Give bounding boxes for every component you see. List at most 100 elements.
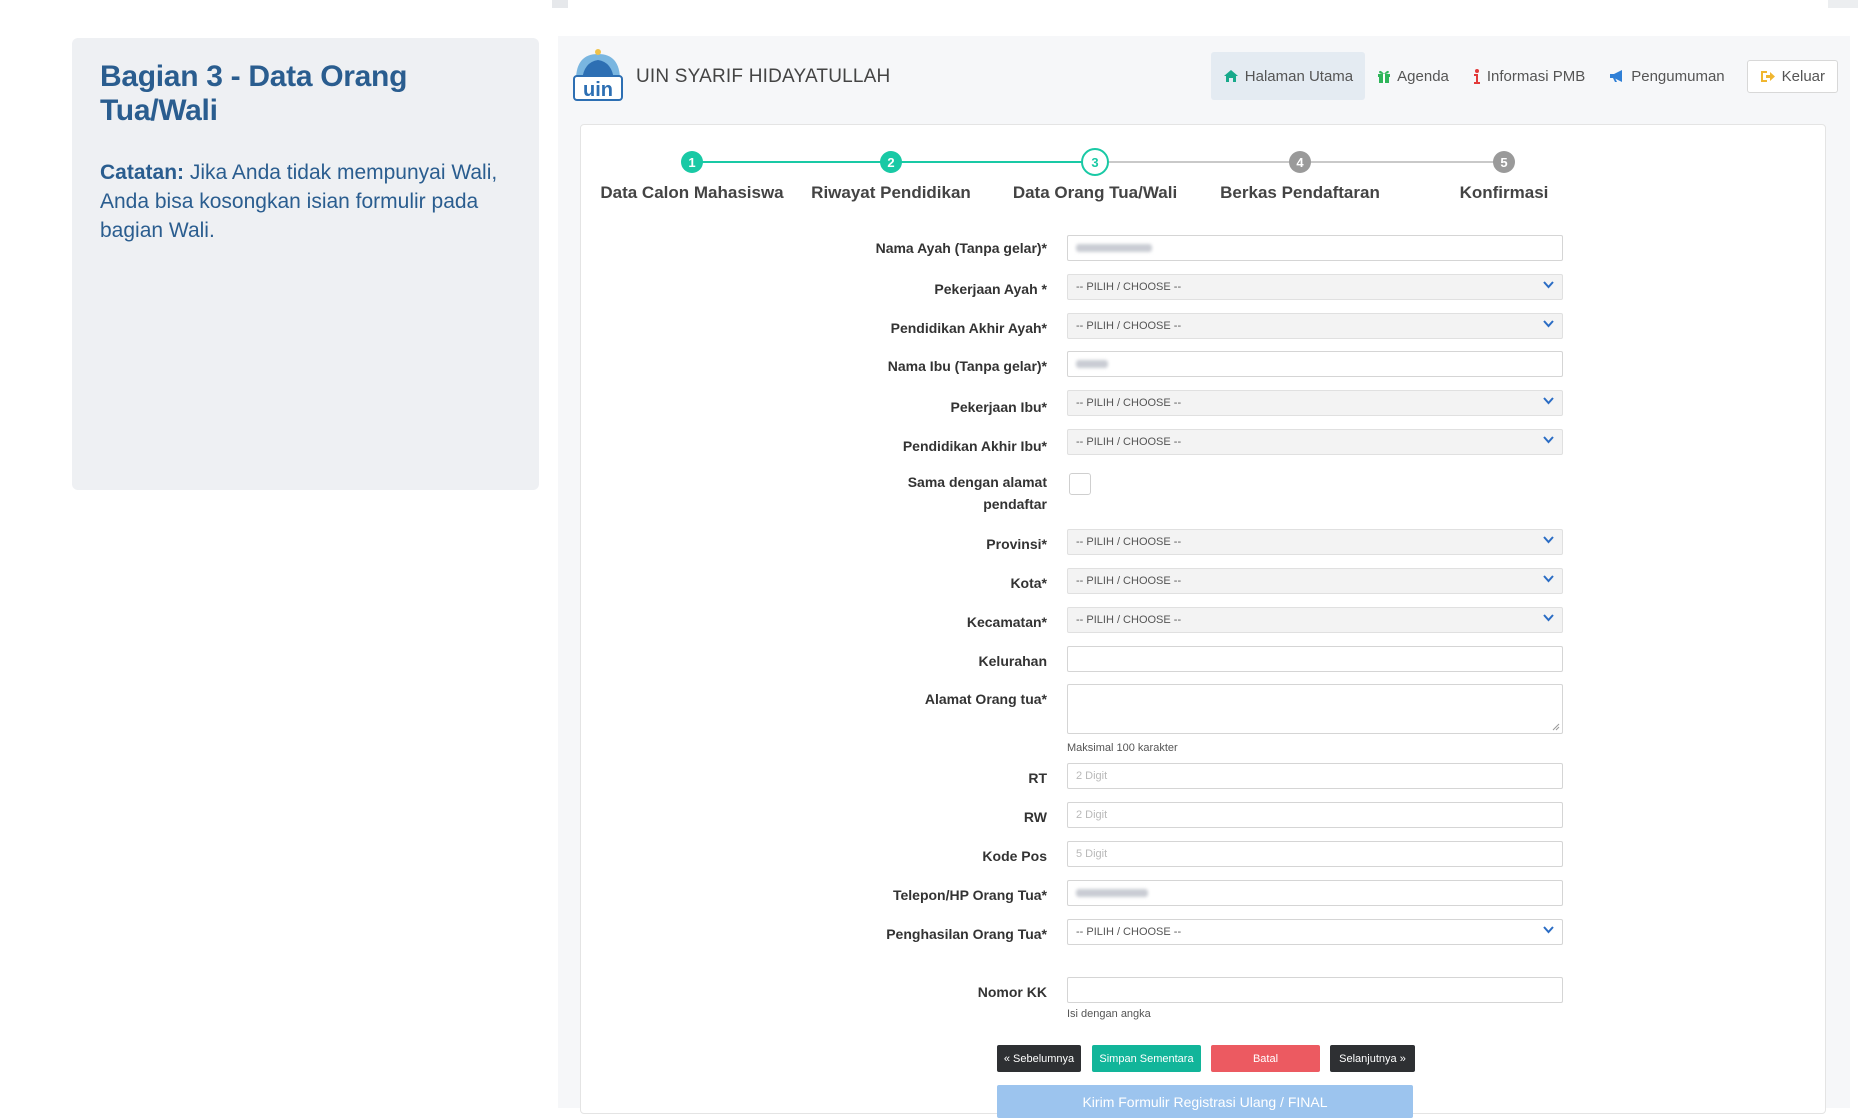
nav-informasi[interactable]: Informasi PMB (1461, 52, 1597, 100)
step-4-dot[interactable]: 4 (1289, 151, 1311, 173)
step-connector (891, 161, 1095, 163)
cancel-button[interactable]: Batal (1211, 1045, 1320, 1072)
nomor-kk-help-text: Isi dengan angka (1067, 1008, 1151, 1020)
gift-icon (1377, 69, 1391, 84)
logo-text: uin (583, 79, 613, 101)
nav-agenda-label: Agenda (1397, 67, 1449, 85)
rw-input[interactable]: 2 Digit (1067, 802, 1563, 828)
step-5-label: Konfirmasi (1459, 183, 1549, 202)
kelurahan-input[interactable] (1067, 646, 1563, 672)
uin-logo-icon[interactable]: uin (570, 46, 626, 104)
label-pendidikan-ayah: Pendidikan Akhir Ayah* (890, 320, 1047, 336)
rt-input[interactable]: 2 Digit (1067, 763, 1563, 789)
pekerjaan-ayah-select[interactable]: -- PILIH / CHOOSE -- (1067, 274, 1563, 300)
kota-value: -- PILIH / CHOOSE -- (1076, 575, 1182, 587)
nav-agenda[interactable]: Agenda (1365, 52, 1461, 100)
registration-form: 1 2 3 4 5 Data Calon Mahasiswa Riwayat P… (580, 124, 1827, 1118)
nav-informasi-label: Informasi PMB (1486, 67, 1586, 85)
pendidikan-ayah-value: -- PILIH / CHOOSE -- (1076, 320, 1182, 332)
pendidikan-ayah-select[interactable]: -- PILIH / CHOOSE -- (1067, 313, 1563, 339)
chevron-down-icon (1543, 926, 1554, 934)
label-rw: RW (1023, 809, 1047, 825)
penghasilan-value: -- PILIH / CHOOSE -- (1076, 926, 1182, 938)
kecamatan-value: -- PILIH / CHOOSE -- (1076, 614, 1182, 626)
label-sama-alamat-line2: pendaftar (983, 496, 1047, 512)
label-rt: RT (1028, 770, 1047, 786)
step-1-label: Data Calon Mahasiswa (600, 183, 784, 202)
kota-select[interactable]: -- PILIH / CHOOSE -- (1067, 568, 1563, 594)
progress-stepper: 1 2 3 4 5 Data Calon Mahasiswa Riwayat P… (581, 145, 1827, 205)
sama-alamat-checkbox[interactable] (1069, 473, 1091, 495)
kode-pos-input[interactable]: 5 Digit (1067, 841, 1563, 867)
label-sama-alamat: Sama dengan alamat pendaftar (787, 471, 1047, 515)
alamat-textarea[interactable] (1067, 684, 1563, 734)
sign-out-icon (1760, 70, 1776, 83)
provinsi-select[interactable]: -- PILIH / CHOOSE -- (1067, 529, 1563, 555)
nama-ibu-input[interactable] (1067, 351, 1563, 377)
submit-final-button[interactable]: Kirim Formulir Registrasi Ulang / FINAL (997, 1085, 1413, 1118)
nama-ayah-input[interactable] (1067, 235, 1563, 261)
kecamatan-select[interactable]: -- PILIH / CHOOSE -- (1067, 607, 1563, 633)
telepon-input[interactable] (1067, 880, 1563, 906)
home-icon (1223, 69, 1239, 83)
pekerjaan-ayah-value: -- PILIH / CHOOSE -- (1076, 281, 1182, 293)
penghasilan-select[interactable]: -- PILIH / CHOOSE -- (1067, 919, 1563, 945)
form-actions: « Sebelumnya Simpan Sementara Batal Sela… (581, 1045, 1827, 1073)
note-title: Bagian 3 - Data Orang Tua/Wali (100, 60, 408, 127)
top-divider (552, 0, 568, 8)
step-connector (1300, 161, 1504, 163)
label-nomor-kk: Nomor KK (977, 984, 1047, 1000)
step-2-label: Riwayat Pendidikan (811, 183, 971, 202)
info-icon (1473, 68, 1481, 84)
bullhorn-icon (1609, 69, 1625, 83)
label-nama-ibu: Nama Ibu (Tanpa gelar)* (887, 358, 1047, 374)
nomor-kk-input[interactable] (1067, 977, 1563, 1003)
label-nama-ayah: Nama Ayah (Tanpa gelar)* (875, 240, 1047, 256)
nav-home[interactable]: Halaman Utama (1210, 52, 1366, 100)
nav-pengumuman-label: Pengumuman (1631, 67, 1725, 85)
top-navbar: uin UIN SYARIF HIDAYATULLAH Halaman Utam… (558, 36, 1850, 116)
save-draft-button[interactable]: Simpan Sementara (1092, 1045, 1201, 1072)
label-telepon: Telepon/HP Orang Tua* (892, 887, 1047, 903)
pendidikan-ibu-select[interactable]: -- PILIH / CHOOSE -- (1067, 429, 1563, 455)
chevron-down-icon (1543, 536, 1554, 544)
chevron-down-icon (1543, 320, 1554, 328)
brand-name[interactable]: UIN SYARIF HIDAYATULLAH (636, 66, 890, 88)
step-2-dot[interactable]: 2 (880, 151, 902, 173)
label-alamat: Alamat Orang tua* (924, 691, 1047, 707)
nav-links: Halaman Utama Agenda Informasi PMB Pengu… (1210, 52, 1838, 100)
step-5-dot[interactable]: 5 (1493, 151, 1515, 173)
step-3-dot[interactable]: 3 (1081, 148, 1109, 176)
previous-button[interactable]: « Sebelumnya (997, 1045, 1081, 1072)
alamat-help-text: Maksimal 100 karakter (1067, 742, 1178, 754)
label-kelurahan: Kelurahan (978, 653, 1047, 669)
label-penghasilan: Penghasilan Orang Tua* (886, 926, 1047, 942)
chevron-down-icon (1543, 436, 1554, 444)
step-connector (692, 161, 891, 163)
chevron-down-icon (1543, 397, 1554, 405)
label-kecamatan: Kecamatan* (966, 614, 1047, 630)
step-1-dot[interactable]: 1 (681, 151, 703, 173)
label-provinsi: Provinsi* (986, 536, 1047, 552)
pekerjaan-ibu-value: -- PILIH / CHOOSE -- (1076, 397, 1182, 409)
label-pekerjaan-ayah: Pekerjaan Ayah * (934, 281, 1047, 297)
step-3-label: Data Orang Tua/Wali (1012, 183, 1178, 202)
chevron-down-icon (1543, 575, 1554, 583)
note-panel: Bagian 3 - Data Orang Tua/Wali Catatan: … (72, 38, 539, 490)
label-pendidikan-ibu: Pendidikan Akhir Ibu* (902, 438, 1047, 454)
note-text: Catatan: Jika Anda tidak mempunyai Wali,… (100, 158, 515, 245)
label-pekerjaan-ibu: Pekerjaan Ibu* (950, 399, 1048, 415)
logout-button[interactable]: Keluar (1746, 59, 1838, 93)
nav-pengumuman[interactable]: Pengumuman (1597, 52, 1736, 100)
resize-grip-icon[interactable] (1552, 723, 1560, 731)
step-4-label: Berkas Pendaftaran (1220, 183, 1380, 202)
note-bold-prefix: Catatan: (100, 161, 185, 184)
pendidikan-ibu-value: -- PILIH / CHOOSE -- (1076, 436, 1182, 448)
step-connector (1095, 161, 1300, 163)
pekerjaan-ibu-select[interactable]: -- PILIH / CHOOSE -- (1067, 390, 1563, 416)
label-kode-pos: Kode Pos (982, 848, 1047, 864)
top-corner-decoration (1828, 0, 1858, 8)
next-button[interactable]: Selanjutnya » (1330, 1045, 1415, 1072)
main-area: uin UIN SYARIF HIDAYATULLAH Halaman Utam… (558, 36, 1850, 1118)
logout-label: Keluar (1781, 67, 1825, 85)
